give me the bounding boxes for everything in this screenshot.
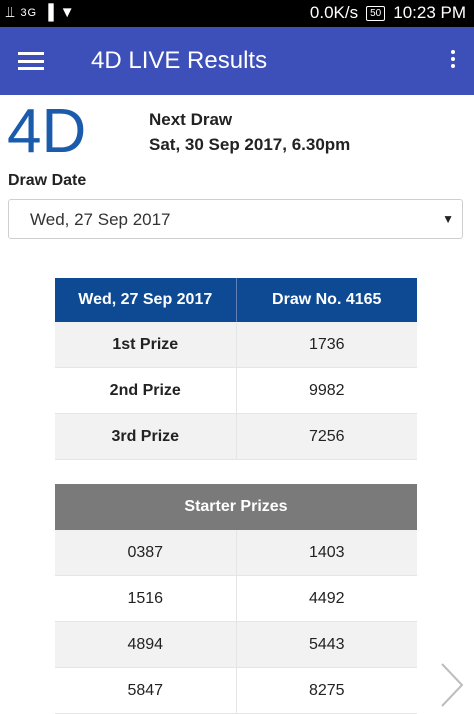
prize-number: 7256: [308, 427, 345, 445]
prize-number: 9982: [308, 381, 345, 399]
usb-icon: ⫫: [6, 4, 15, 21]
clock: 10:23 PM: [393, 3, 466, 22]
prize-row-1st: 1st Prize 1736: [55, 322, 417, 368]
app-bar: 4D LIVE Results: [0, 27, 474, 95]
dropdown-arrow-icon: ▼: [442, 212, 454, 226]
draw-date-select[interactable]: Wed, 27 Sep 2017 ▼: [8, 199, 463, 239]
starter-number: 5443: [308, 635, 345, 653]
more-options-icon[interactable]: [450, 50, 456, 72]
menu-icon[interactable]: [18, 52, 44, 70]
status-right: 0.0K/s 50 10:23 PM: [310, 3, 466, 23]
signal-icon: ▐: [43, 4, 54, 21]
chevron-right-icon[interactable]: [436, 660, 466, 710]
prize-name: 1st Prize: [55, 322, 237, 367]
net-speed: 0.0K/s: [309, 3, 359, 22]
results-header-date: Wed, 27 Sep 2017: [55, 278, 237, 322]
starter-number: 4894: [55, 622, 237, 667]
starter-prizes-header: Starter Prizes: [55, 484, 417, 530]
starter-number: 1516: [55, 576, 237, 621]
starter-number: 4492: [308, 589, 345, 607]
next-draw-label: Next Draw: [149, 110, 233, 129]
starter-row: 0387 1403: [55, 530, 417, 576]
results-table: Wed, 27 Sep 2017 Draw No. 4165 1st Prize…: [55, 278, 417, 714]
starter-number: 5847: [55, 668, 237, 713]
prize-number: 1736: [308, 335, 345, 353]
prize-row-3rd: 3rd Prize 7256: [55, 414, 417, 460]
network-type: 3G: [20, 6, 38, 19]
next-draw-value: Sat, 30 Sep 2017, 6.30pm: [149, 135, 351, 154]
status-left: ⫫ 3G ▐ ▼: [6, 4, 75, 21]
prize-name: 3rd Prize: [55, 414, 237, 459]
draw-date-selected: Wed, 27 Sep 2017: [30, 210, 171, 229]
prize-row-2nd: 2nd Prize 9982: [55, 368, 417, 414]
status-bar: ⫫ 3G ▐ ▼ 0.0K/s 50 10:23 PM: [0, 0, 474, 27]
prize-name: 2nd Prize: [55, 368, 237, 413]
shield-icon: ▼: [59, 4, 75, 21]
starter-number: 0387: [55, 530, 237, 575]
draw-date-label: Draw Date: [8, 172, 87, 189]
starter-row: 5847 8275: [55, 668, 417, 714]
spacer: [55, 460, 417, 484]
starter-number: 8275: [308, 681, 345, 699]
results-header: Wed, 27 Sep 2017 Draw No. 4165: [55, 278, 417, 322]
starter-row: 1516 4492: [55, 576, 417, 622]
starter-number: 1403: [308, 543, 345, 561]
app-title: 4D LIVE Results: [91, 47, 268, 74]
starter-row: 4894 5443: [55, 622, 417, 668]
logo-text: 4D: [7, 100, 86, 160]
results-header-draw: Draw No. 4165: [272, 291, 382, 308]
battery-icon: 50: [366, 5, 386, 21]
4d-logo: 4D: [7, 100, 86, 160]
